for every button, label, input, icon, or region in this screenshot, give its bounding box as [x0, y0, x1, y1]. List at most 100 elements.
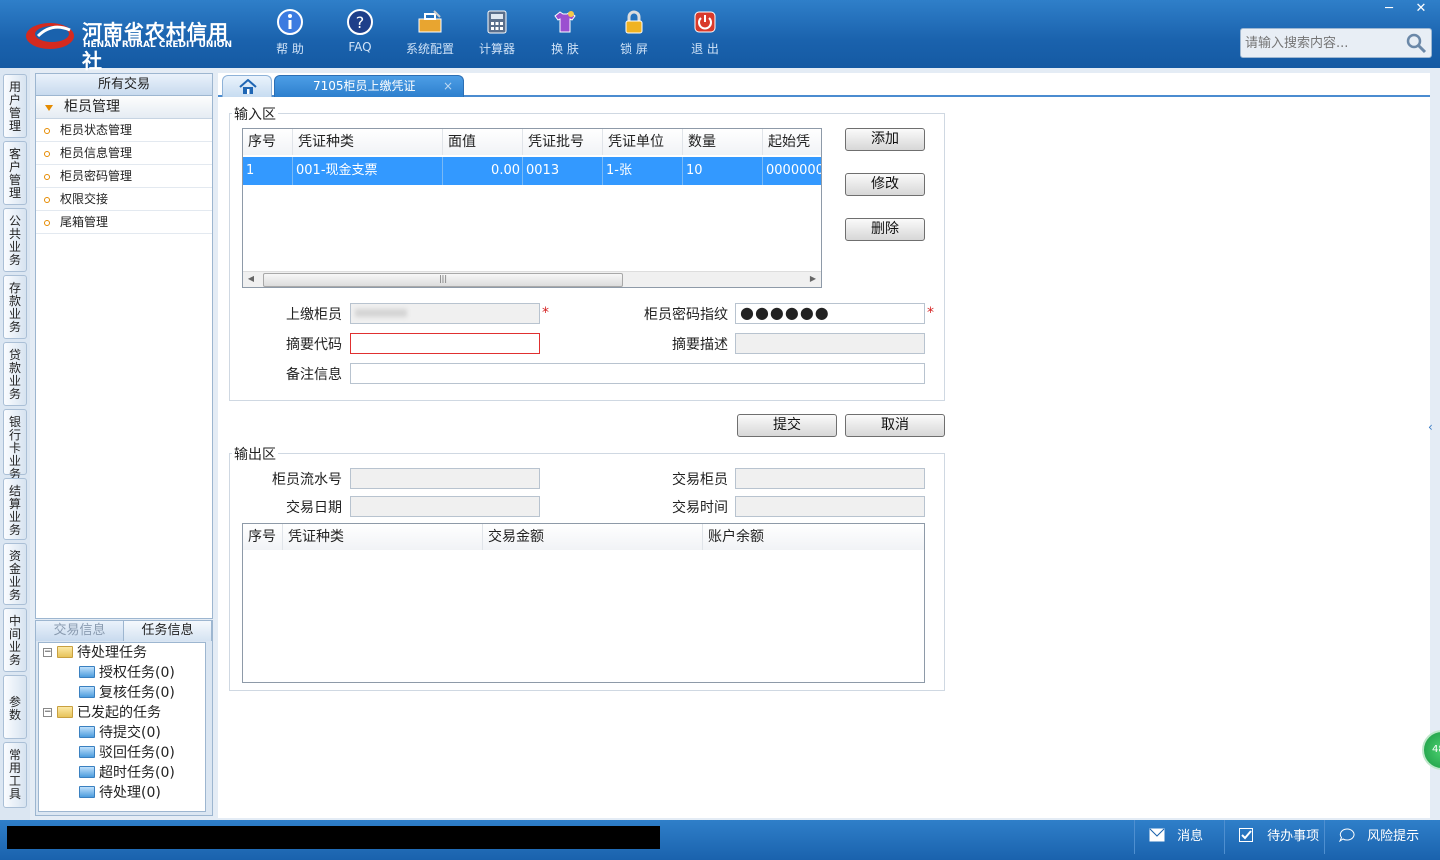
summary-desc-label: 摘要描述 — [672, 337, 728, 353]
vtab-loan-business[interactable]: 贷款业务 — [3, 342, 27, 406]
tree-node-rejected[interactable]: 驳回任务(0) — [79, 743, 175, 763]
output-grid[interactable]: 序号 凭证种类 交易金额 账户余额 — [242, 523, 925, 683]
vtab-common-tools[interactable]: 常用工具 — [3, 742, 27, 808]
menu-item-label: 柜员信息管理 — [60, 146, 133, 160]
lock-screen-button[interactable]: 锁 屏 — [604, 8, 664, 62]
column-header[interactable]: 序号 — [243, 129, 293, 155]
tab-task-info[interactable]: 任务信息 — [124, 621, 212, 641]
cell-quantity: 10 — [683, 157, 763, 185]
logo-subtitle: HENAN RURAL CREDIT UNION — [83, 40, 232, 50]
menu-item-label: 尾箱管理 — [60, 215, 109, 229]
tree-node-review[interactable]: 复核任务(0) — [79, 683, 175, 703]
tree-node-initiated[interactable]: − 已发起的任务 — [43, 703, 161, 723]
column-header[interactable]: 交易金额 — [483, 524, 703, 550]
delete-button[interactable]: 删除 — [845, 218, 925, 241]
input-area-legend: 输入区 — [232, 104, 278, 124]
vtab-bank-card-business[interactable]: 银行卡业务 — [3, 409, 27, 481]
tab-7105-teller-voucher[interactable]: 7105柜员上缴凭证 × — [274, 75, 464, 97]
cancel-button[interactable]: 取消 — [845, 414, 945, 437]
help-button[interactable]: 帮 助 — [260, 8, 320, 62]
teller-field[interactable] — [350, 303, 540, 324]
vtab-fund-business[interactable]: 资金业务 — [3, 543, 27, 605]
tab-home[interactable] — [222, 75, 272, 97]
todo-button[interactable]: 待办事项 — [1224, 820, 1324, 854]
vtab-settlement-business[interactable]: 结算业务 — [3, 478, 27, 540]
menu-item-teller-status[interactable]: 柜员状态管理 — [36, 119, 212, 142]
vtab-deposit-business[interactable]: 存款业务 — [3, 275, 27, 339]
submit-button[interactable]: 提交 — [737, 414, 837, 437]
tab-close-icon[interactable]: × — [443, 76, 453, 96]
tree-node-pending[interactable]: − 待处理任务 — [43, 643, 147, 663]
vtab-public-business[interactable]: 公共业务 — [3, 208, 27, 272]
voucher-grid[interactable]: 序号 凭证种类 面值 凭证批号 凭证单位 数量 起始凭证 1 001-现金支票 … — [242, 128, 822, 288]
task-panel: 交易信息 任务信息 − 待处理任务 授权任务(0) 复核任务(0) − 已发起的… — [35, 620, 213, 816]
cell-start-voucher: 000000000 — [763, 157, 821, 185]
vtab-customer-management[interactable]: 客户管理 — [3, 141, 27, 205]
exit-button[interactable]: 退 出 — [675, 8, 735, 62]
risk-alert-button[interactable]: 风险提示 — [1324, 820, 1440, 854]
column-header[interactable]: 凭证批号 — [523, 129, 603, 155]
menu-item-teller-password[interactable]: 柜员密码管理 — [36, 165, 212, 188]
messages-button[interactable]: 消息 — [1134, 820, 1224, 854]
scroll-thumb[interactable]: ||| — [263, 273, 623, 287]
column-header[interactable]: 序号 — [243, 524, 283, 550]
tree-label: 驳回任务(0) — [99, 745, 175, 761]
collapse-icon[interactable]: − — [43, 708, 52, 717]
cell-index: 1 — [243, 157, 293, 185]
scroll-right-icon[interactable]: ▶ — [805, 274, 821, 286]
tree-label: 复核任务(0) — [99, 685, 175, 701]
remark-field[interactable] — [350, 363, 925, 384]
redacted-status — [7, 826, 660, 849]
system-config-button[interactable]: 系统配置 — [400, 8, 460, 62]
svg-text:?: ? — [356, 13, 365, 32]
column-header[interactable]: 面值 — [443, 129, 523, 155]
column-header[interactable]: 起始凭证 — [763, 129, 821, 176]
collapse-icon[interactable]: − — [43, 648, 52, 657]
calculator-button[interactable]: 计算器 — [467, 8, 527, 62]
help-label: 帮 助 — [276, 42, 304, 56]
column-header[interactable]: 账户余额 — [703, 524, 924, 550]
summary-desc-field[interactable] — [735, 333, 925, 354]
vtab-user-management[interactable]: 用户管理 — [3, 74, 27, 138]
change-skin-button[interactable]: 换 肤 — [535, 8, 595, 62]
tree-label: 授权任务(0) — [99, 665, 175, 681]
table-row[interactable]: 1 001-现金支票 0.00 0013 1-张 10 000000000 — [243, 157, 821, 185]
close-window-button[interactable]: ✕ — [1406, 0, 1436, 18]
column-header[interactable]: 凭证种类 — [293, 129, 443, 155]
trade-time-field — [735, 496, 925, 517]
summary-code-field[interactable] — [350, 333, 540, 354]
add-button[interactable]: 添加 — [845, 128, 925, 151]
tab-transaction-info[interactable]: 交易信息 — [36, 621, 124, 641]
password-fingerprint-field[interactable]: ●●●●●● — [735, 303, 925, 324]
tree-node-to-submit[interactable]: 待提交(0) — [79, 723, 161, 743]
folder-icon — [79, 766, 95, 778]
scroll-left-icon[interactable]: ◀ — [243, 274, 259, 286]
tree-label: 待处理任务 — [77, 645, 147, 661]
menu-item-permission-handover[interactable]: 权限交接 — [36, 188, 212, 211]
minimize-button[interactable]: ─ — [1374, 0, 1404, 18]
exit-label: 退 出 — [691, 42, 719, 56]
faq-button[interactable]: ? FAQ — [330, 8, 390, 62]
tree-node-to-process[interactable]: 待处理(0) — [79, 783, 161, 803]
vtab-parameters[interactable]: 参数 — [3, 675, 27, 739]
tree-node-auth[interactable]: 授权任务(0) — [79, 663, 175, 683]
column-header[interactable]: 数量 — [683, 129, 763, 155]
column-header[interactable]: 凭证单位 — [603, 129, 683, 155]
serial-no-field — [350, 468, 540, 489]
column-header[interactable]: 凭证种类 — [283, 524, 483, 550]
menu-item-tail-box[interactable]: 尾箱管理 — [36, 211, 212, 234]
menu-header[interactable]: 所有交易 — [36, 74, 212, 96]
trade-teller-label: 交易柜员 — [672, 472, 728, 488]
shirt-icon — [554, 11, 576, 33]
menu-item-teller-info[interactable]: 柜员信息管理 — [36, 142, 212, 165]
search-input[interactable] — [1245, 34, 1405, 52]
vtab-intermediate-business[interactable]: 中间业务 — [3, 608, 27, 672]
horizontal-scrollbar[interactable]: ◀ ||| ▶ — [243, 271, 821, 287]
tree-node-timeout[interactable]: 超时任务(0) — [79, 763, 175, 783]
menu-group-teller-management[interactable]: 柜员管理 — [36, 96, 212, 119]
calculator-label: 计算器 — [478, 42, 515, 56]
menu-item-label: 权限交接 — [60, 192, 109, 206]
collapse-panel-icon[interactable]: ‹ — [1428, 420, 1438, 468]
modify-button[interactable]: 修改 — [845, 173, 925, 196]
search-icon[interactable] — [1405, 32, 1427, 54]
